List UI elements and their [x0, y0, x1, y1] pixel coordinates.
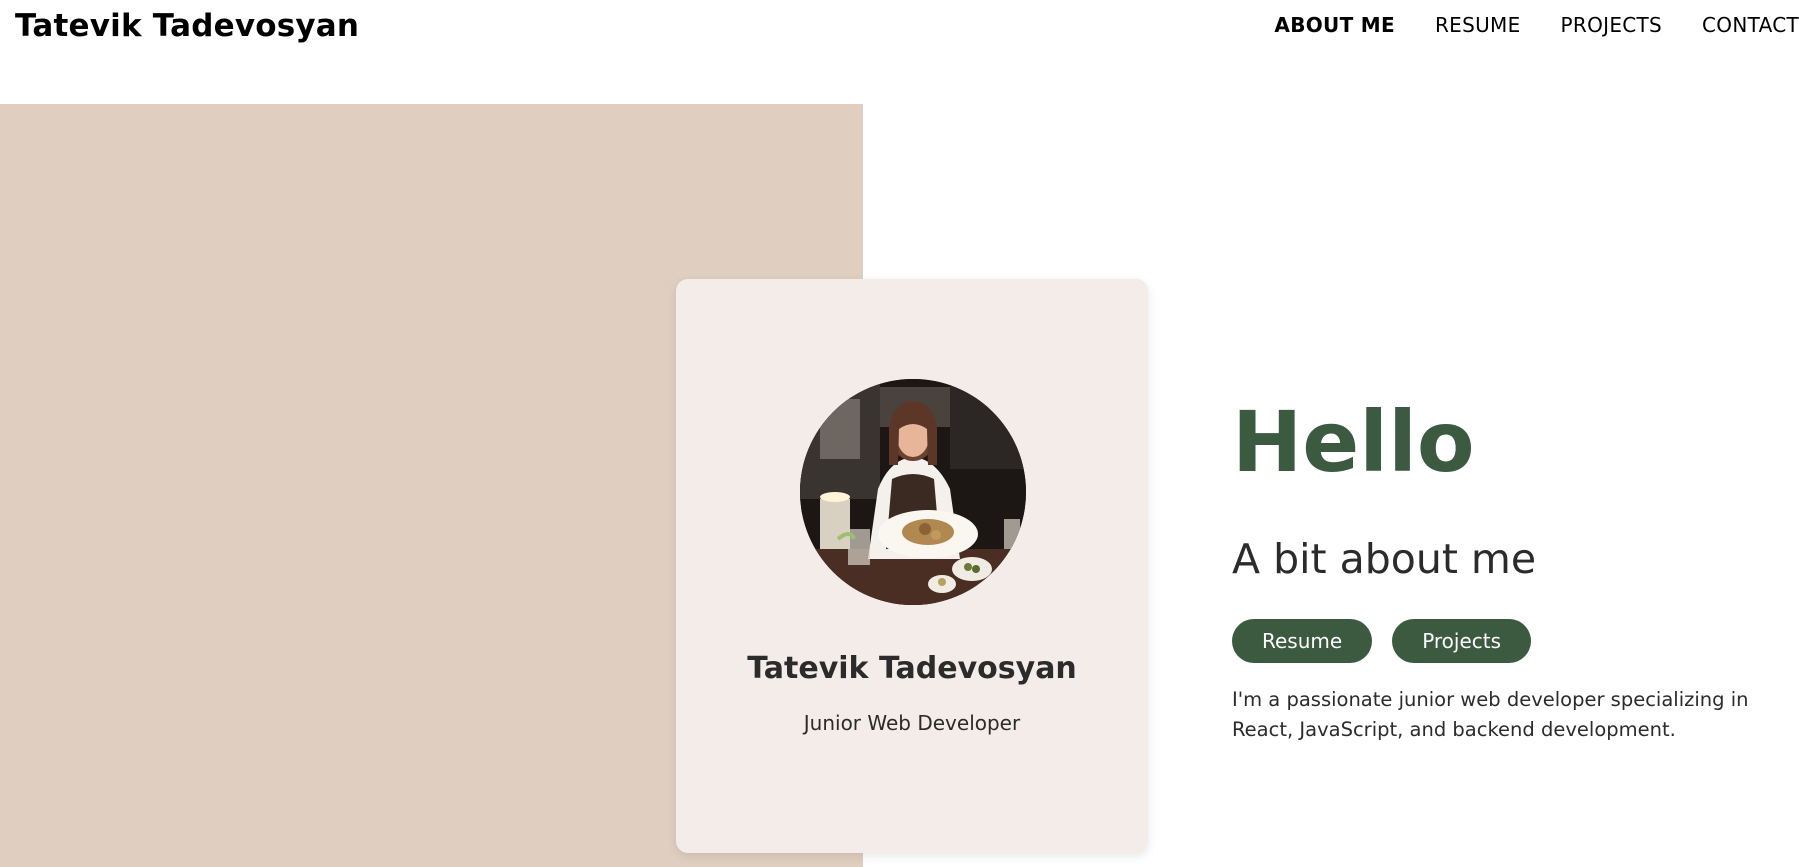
site-header: Tatevik Tadevosyan ABOUT ME RESUME PROJE… — [0, 0, 1799, 56]
avatar-photo — [800, 379, 1026, 605]
main-nav: ABOUT ME RESUME PROJECTS CONTACT — [1274, 13, 1799, 37]
cta-buttons: Resume Projects — [1232, 619, 1792, 664]
nav-about-me[interactable]: ABOUT ME — [1274, 13, 1395, 37]
nav-contact[interactable]: CONTACT — [1702, 13, 1799, 37]
site-title[interactable]: Tatevik Tadevosyan — [15, 8, 359, 44]
intro-section: Hello A bit about me Resume Projects I'm… — [1232, 400, 1792, 745]
bio-text: I'm a passionate junior web developer sp… — [1232, 688, 1749, 742]
resume-button[interactable]: Resume — [1232, 619, 1373, 664]
projects-button[interactable]: Projects — [1392, 619, 1532, 664]
about-subtitle: A bit about me — [1232, 535, 1537, 583]
nav-resume[interactable]: RESUME — [1435, 13, 1521, 37]
profile-card: Tatevik Tadevosyan Junior Web Developer — [676, 279, 1148, 853]
card-role: Junior Web Developer — [803, 711, 1021, 735]
avatar — [800, 379, 1026, 605]
nav-projects[interactable]: PROJECTS — [1561, 13, 1663, 37]
greeting-heading: Hello — [1232, 393, 1475, 491]
card-name: Tatevik Tadevosyan — [747, 651, 1077, 686]
